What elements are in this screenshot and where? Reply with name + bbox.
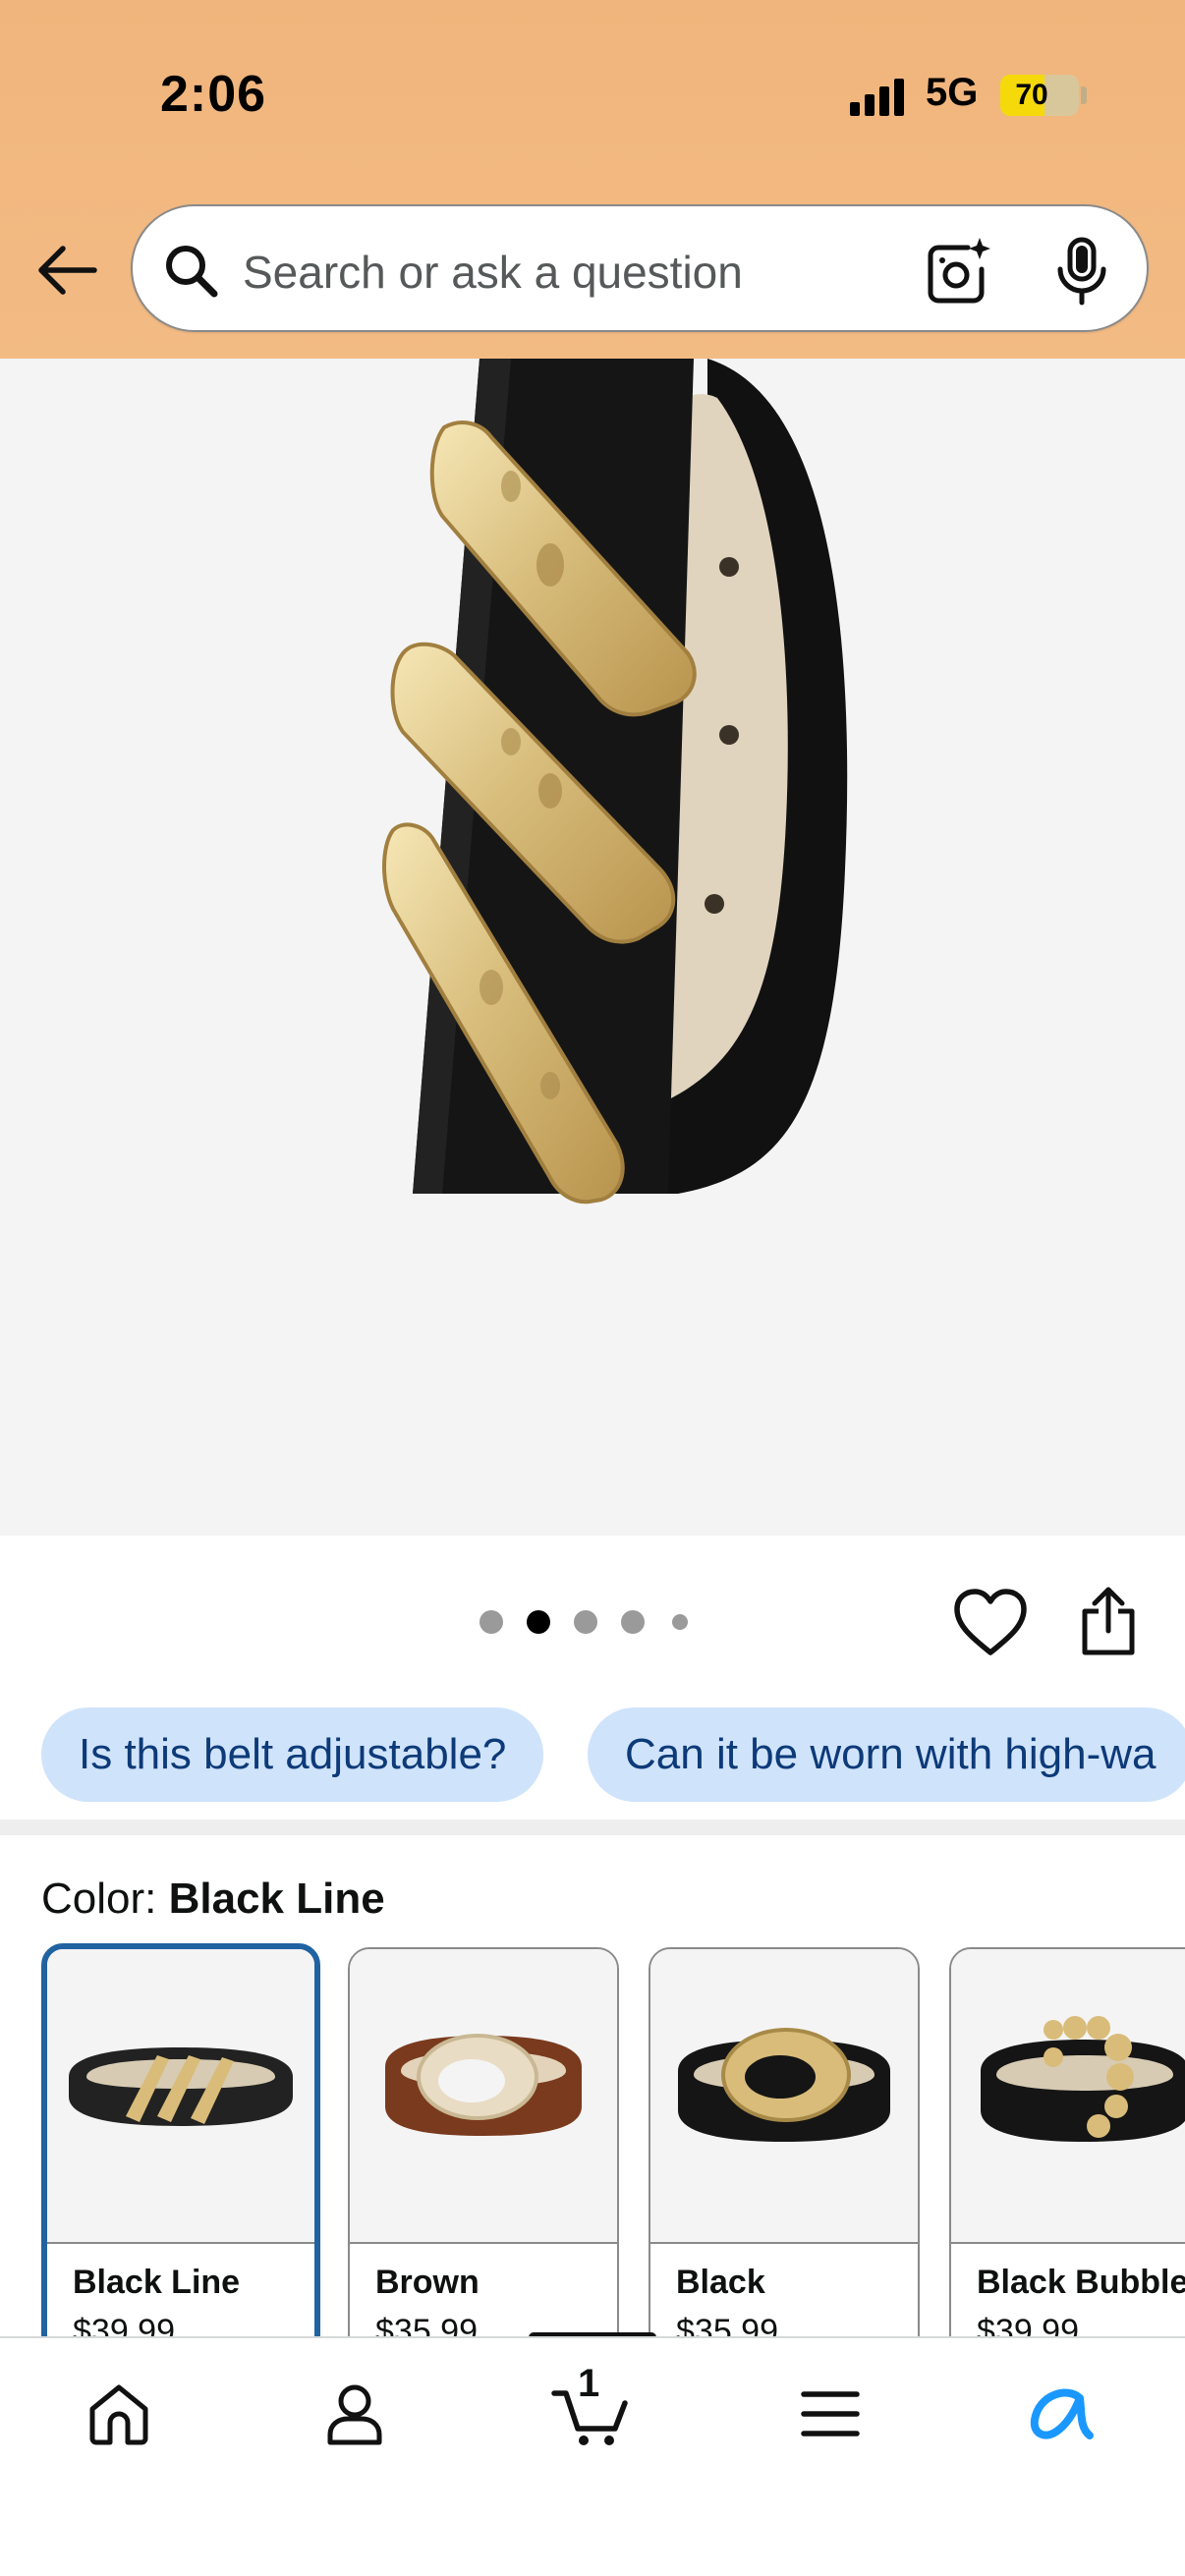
section-divider [0,1820,1185,1835]
network-type: 5G [926,71,979,114]
nav-rufus[interactable] [1018,2370,1106,2458]
swatch-name: Black Line [73,2264,241,2301]
swatch-price: $39.99 [977,2313,1079,2336]
battery-tip [1081,86,1087,104]
account-icon [327,2384,382,2445]
swatch-thumbnail [350,1949,617,2244]
question-chips: Is this belt adjustable? Can it be worn … [0,1708,1185,1802]
selected-color: Black Line [168,1875,385,1923]
color-swatches: Black Line $39.99 Brown $35.99 Black $35… [0,1943,1185,2336]
swatch-name: Black Bubble [977,2264,1185,2301]
signal-icon [850,79,909,116]
swatch-thumbnail [650,1949,918,2244]
search-bar[interactable]: Search or ask a question [131,204,1149,332]
question-chip[interactable]: Is this belt adjustable? [41,1708,544,1802]
menu-icon [801,2391,860,2436]
swatch-name: Black [676,2264,765,2301]
home-icon [89,2384,148,2445]
swatch-thumbnail [951,1949,1185,2244]
header: 2:06 5G 70 Search or ask a question [0,0,1185,359]
nav-menu[interactable] [786,2370,875,2458]
belt-thumbnail-icon [678,2028,890,2142]
search-input[interactable]: Search or ask a question [243,246,743,299]
camera-lens-icon[interactable] [919,234,993,308]
swatch-thumbnail [47,1949,314,2244]
swatch-brown[interactable]: Brown $35.99 [348,1947,619,2336]
battery-icon: 70 [1000,75,1079,116]
color-label: Color: Black Line [41,1875,385,1924]
microphone-icon[interactable] [1048,236,1115,307]
nav-home[interactable] [75,2370,163,2458]
arrow-left-icon [38,246,97,295]
swatch-black-line[interactable]: Black Line $39.99 [41,1943,320,2336]
carousel-dot[interactable] [527,1610,550,1634]
search-icon [166,246,218,298]
color-label-prefix: Color: [41,1875,157,1923]
cart-count: 1 [578,2362,600,2405]
share-icon[interactable] [1077,1584,1140,1658]
swatch-price: $35.99 [676,2313,778,2336]
belt-thumbnail-icon [69,2047,293,2126]
status-time: 2:06 [160,66,267,123]
nav-account[interactable] [310,2370,399,2458]
battery-level: 70 [1015,79,1048,111]
swatch-price: $39.99 [73,2313,175,2336]
carousel-dot[interactable] [480,1610,503,1634]
carousel-dot[interactable] [621,1610,645,1634]
question-chip[interactable]: Can it be worn with high-wa [588,1708,1185,1802]
swatch-name: Brown [375,2264,480,2301]
swatch-black[interactable]: Black $35.99 [649,1947,920,2336]
belt-product-image [382,359,848,1204]
swatch-black-bubble[interactable]: Black Bubble $39.99 [949,1947,1185,2336]
heart-icon[interactable] [951,1586,1030,1658]
swatch-price: $35.99 [375,2313,478,2336]
carousel-dot[interactable] [574,1610,597,1634]
carousel-dot[interactable] [672,1614,688,1630]
belt-thumbnail-icon [385,2034,582,2136]
back-button[interactable] [29,236,104,305]
belt-thumbnail-icon [981,2016,1185,2142]
product-image[interactable] [0,359,1185,1536]
rufus-icon [1030,2388,1094,2439]
product-page: 2:06 5G 70 Search or ask a question Is t… [0,0,1185,2576]
